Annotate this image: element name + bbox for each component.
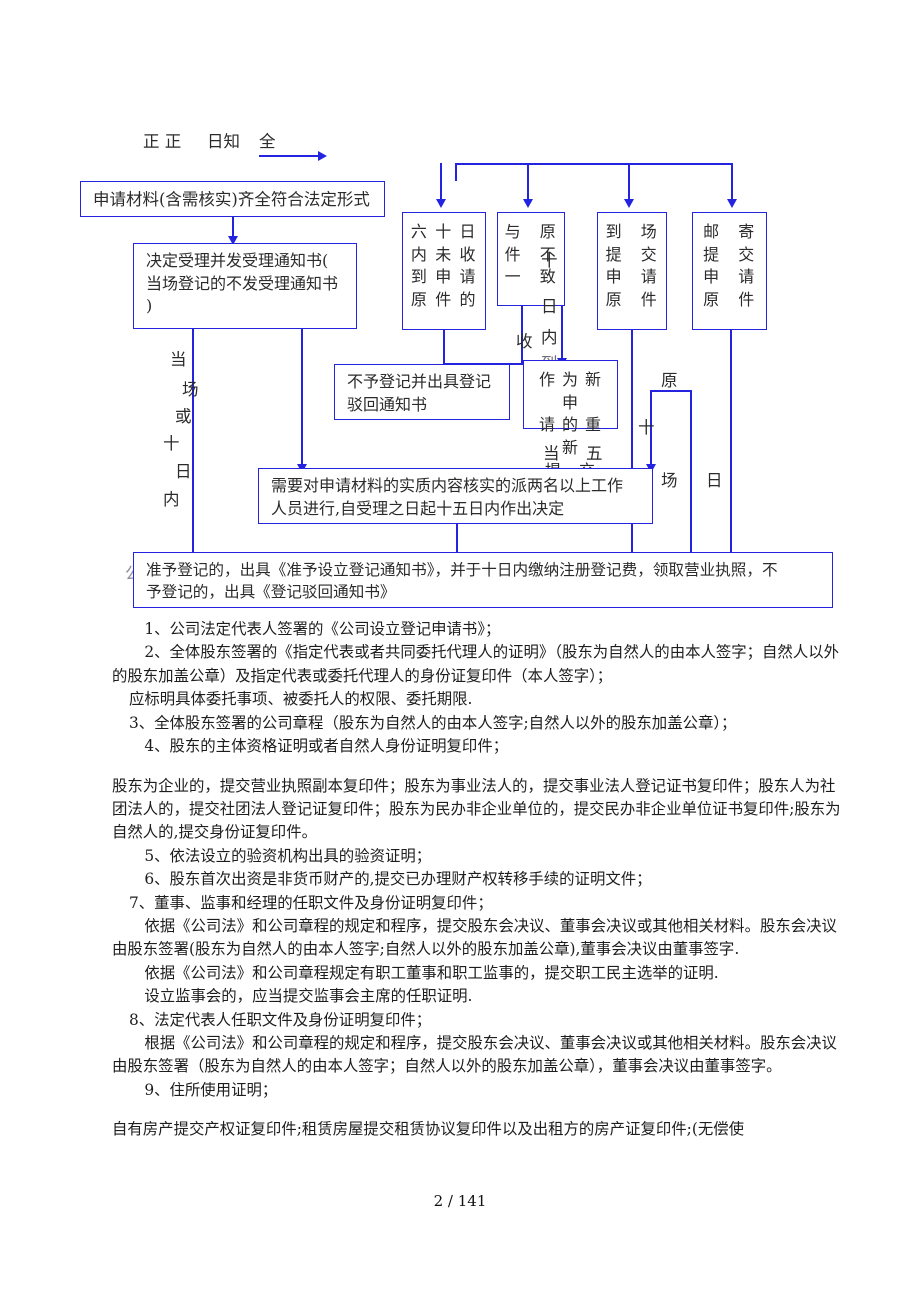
body-paragraph: 2、全体股东签署的《指定代表或者共同委托代理人的证明》（股东为自然人的由本人签字…: [112, 643, 839, 685]
header-mark-3: 全: [259, 132, 276, 151]
branch-line-2: [527, 163, 529, 201]
page-footer: 2 / 141: [433, 1192, 487, 1210]
node-accept-decision-text: 决定受理并发受理通知书( 当场登记的不发受理通知书 ): [146, 251, 339, 316]
label-ten-days-arrive-1: 日: [541, 297, 558, 316]
body-paragraph: 设立监事会的，应当提交监事会主席的任职证明.: [144, 987, 473, 1006]
branch-bus: [455, 163, 733, 165]
node-final-decision-text: 准予登记的，出具《准予设立登记通知书》，并于十日内缴纳注册登记费，领取营业执照，…: [146, 561, 778, 602]
node-resubmit-as-new: 作 为 新 申 请 的 重 新 提 交: [523, 360, 618, 480]
body-paragraph: 7、董事、监事和经理的任职文件及身份证明复印件；: [128, 893, 493, 912]
body-paragraph: 依据《公司法》和公司章程的规定和程序，提交股东会决议、董事会决议或其他相关材料。…: [112, 917, 837, 959]
branch-arrow-2: [523, 199, 533, 208]
edge-onsite-down: [631, 330, 633, 565]
body-paragraph: 5、依法设立的验资机构出具的验资证明；: [144, 846, 432, 865]
edge-accept-right-leg: [301, 329, 303, 468]
node-verify-substance: 需要对申请材料的实质内容核实的派两名以上工作 人员进行,自受理之日起十五日内作出…: [258, 468, 653, 524]
branch-arrow-4: [727, 199, 737, 208]
body-paragraph: 自有房产提交产权证复印件;租赁房屋提交租赁协议复印件以及出租方的房产证复印件;(…: [112, 1120, 745, 1139]
label-five: 五: [586, 444, 603, 463]
node-resubmit-as-new-text: 作 为 新 申 请 的 重 新 提 交: [539, 370, 602, 480]
node-not-received-60d: 六 十 日 内 未 收 到 申 请 原 件 的: [402, 212, 486, 330]
header-mark-1: 正 正: [143, 132, 182, 151]
label-ten-days-arrive-0: 十: [541, 251, 558, 270]
node-reject-register-text: 不予登记并出具登记 驳回通知书: [347, 372, 492, 414]
node-apply-material-text: 申请材料(含需核实)齐全符合法定形式: [93, 190, 370, 209]
node-final-decision: 准予登记的，出具《准予设立登记通知书》，并于十日内缴纳注册登记费，领取营业执照，…: [133, 552, 833, 608]
label-onsite-or-ten-3: 十: [163, 434, 180, 453]
body-paragraph: 9、住所使用证明；: [144, 1080, 278, 1099]
header-arrow-line: [259, 155, 321, 157]
edge-verify-down: [456, 524, 458, 552]
body-paragraph: 4、股东的主体资格证明或者自然人身份证明复印件；: [144, 737, 509, 756]
branch-line-3: [628, 163, 630, 201]
node-verify-substance-text: 需要对申请材料的实质内容核实的派两名以上工作 人员进行,自受理之日起十五日内作出…: [271, 476, 624, 518]
node-onsite-submit-text: 到 场 提 交 申 请 原 件: [605, 222, 659, 310]
branch-arrow-3: [624, 199, 634, 208]
body-paragraph: 6、股东首次出资是非货币财产的,提交已办理财产权转移手续的证明文件；: [144, 870, 652, 889]
label-ten-right: 十: [638, 418, 655, 437]
edge-accept-left-leg: [192, 329, 194, 559]
label-received: 收: [516, 332, 533, 351]
label-original: 原: [661, 371, 678, 390]
node-reject-register: 不予登记并出具登记 驳回通知书: [334, 364, 510, 420]
edge-mail-down: [730, 330, 732, 565]
edge-original-loop-right: [690, 390, 692, 565]
label-ten-days-arrive-2: 内: [541, 328, 558, 347]
label-onsite-or-ten-1: 场: [182, 380, 199, 399]
label-onsite-or-ten-0: 当: [170, 350, 187, 369]
body-text: 1、公司法定代表人签署的《公司设立登记申请书》； 2、全体股东签署的《指定代表或者…: [112, 618, 842, 1142]
label-onsite-or-ten-5: 内: [163, 490, 180, 509]
body-paragraph: 应标明具体委托事项、被委托人的权限、委托期限.: [128, 690, 473, 709]
branch-arrow-1: [436, 199, 446, 208]
body-paragraph: 根据《公司法》和公司章程的规定和程序，提交股东会决议、董事会决议或其他相关材料。…: [112, 1034, 837, 1076]
body-paragraph: 8、法定代表人任职文件及身份证明复印件；: [128, 1010, 432, 1029]
label-onsite-or-ten-4: 日: [175, 462, 192, 481]
branch-line-4: [731, 163, 733, 201]
edge-60d-down: [443, 330, 445, 365]
node-apply-material: 申请材料(含需核实)齐全符合法定形式: [80, 181, 385, 217]
header-arrow-head: [318, 151, 327, 161]
body-paragraph: 股东为企业的，提交营业执照副本复印件；股东为事业法人的，提交事业法人登记证书复印…: [112, 776, 841, 842]
body-paragraph: 依据《公司法》和公司章程规定有职工董事和职工监事的，提交职工民主选举的证明.: [144, 963, 719, 982]
label-site-right: 场: [661, 471, 678, 490]
node-mail-submit-text: 邮 寄 提 交 申 请 原 件: [703, 222, 756, 310]
label-onsite-right: 当: [543, 444, 560, 463]
label-onsite-or-ten-2: 或: [175, 407, 192, 426]
header-mark-2: 日知: [207, 132, 240, 151]
document-page: 正 正 日知 全 申请材料(含需核实)齐全符合法定形式 决定受理并发受理通知书(…: [0, 0, 920, 1302]
node-not-received-60d-text: 六 十 日 内 未 收 到 申 请 原 件 的: [410, 222, 478, 310]
edge-mismatch-right-down: [561, 306, 563, 361]
body-paragraph: 3、全体股东签署的公司章程（股东为自然人的由本人签字;自然人以外的股东加盖公章）…: [128, 713, 737, 732]
label-day-right: 日: [706, 471, 723, 490]
node-onsite-submit: 到 场 提 交 申 请 原 件: [597, 212, 667, 330]
node-mail-submit: 邮 寄 提 交 申 请 原 件: [692, 212, 767, 330]
body-paragraph: 1、公司法定代表人签署的《公司设立登记申请书》；: [144, 620, 501, 638]
branch-bus-stub-left: [455, 163, 457, 181]
edge-original-loop-h: [650, 390, 692, 392]
node-accept-decision: 决定受理并发受理通知书( 当场登记的不发受理通知书 ): [133, 243, 357, 329]
branch-line-1: [440, 163, 442, 201]
